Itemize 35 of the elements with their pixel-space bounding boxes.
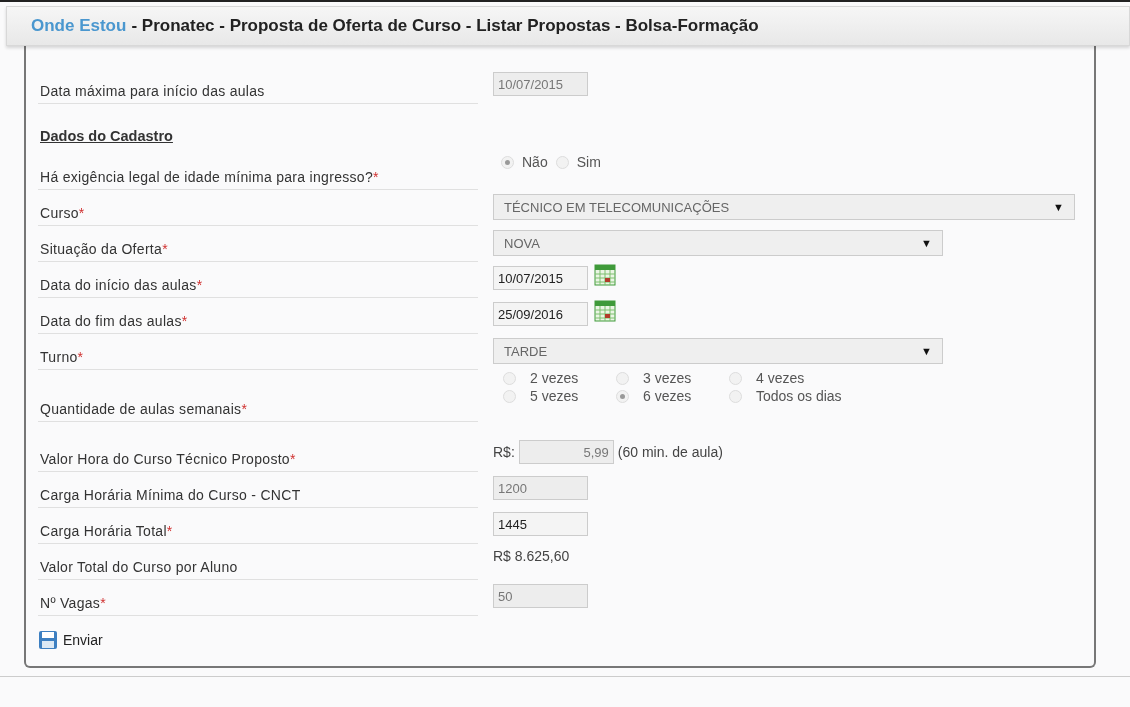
- field-value: R$ 8.625,60: [493, 548, 570, 564]
- text-field[interactable]: 1445: [493, 512, 588, 536]
- radio-option[interactable]: Sim: [555, 154, 601, 170]
- field-label: Turno*: [40, 349, 84, 365]
- dropdown[interactable]: NOVA ▼: [493, 230, 943, 256]
- calendar-icon[interactable]: [594, 300, 616, 322]
- field-label: Data do início das aulas*: [40, 277, 203, 293]
- field-label: Carga Horária Total*: [40, 523, 173, 539]
- radio-option[interactable]: Não: [501, 154, 548, 170]
- field-label: Quantidade de aulas semanais*: [40, 401, 248, 417]
- dropdown[interactable]: TÉCNICO EM TELECOMUNICAÇÕES ▼: [493, 194, 1075, 220]
- field-label: Valor Total do Curso por Aluno: [40, 559, 238, 575]
- radio-option[interactable]: 5 vezes: [503, 388, 598, 404]
- date-field[interactable]: 10/07/2015: [493, 266, 588, 290]
- radio-option[interactable]: 6 vezes: [616, 388, 711, 404]
- field-label: Data máxima para início das aulas: [40, 83, 265, 99]
- breadcrumb-path: - Pronatec - Proposta de Oferta de Curso - Listar Propostas - Bolsa-Formação: [131, 16, 759, 36]
- radio-option[interactable]: Todos os dias: [729, 388, 842, 404]
- submit-button[interactable]: Enviar: [38, 630, 1082, 650]
- field-label: Carga Horária Mínima do Curso - CNCT: [40, 487, 301, 503]
- radio-option[interactable]: 2 vezes: [503, 370, 598, 386]
- field-label: Situação da Oferta*: [40, 241, 168, 257]
- calendar-icon[interactable]: [594, 264, 616, 286]
- field-label: Curso*: [40, 205, 85, 221]
- radio-option[interactable]: 4 vezes: [729, 370, 842, 386]
- field-label: Valor Hora do Curso Técnico Proposto*: [40, 451, 296, 467]
- radio-option[interactable]: 3 vezes: [616, 370, 711, 386]
- dropdown[interactable]: TARDE ▼: [493, 338, 943, 364]
- field-label: Há exigência legal de idade mínima para ingresso?*: [40, 169, 379, 185]
- unit-note: (60 min. de aula): [617, 444, 723, 460]
- section-title: Dados do Cadastro: [40, 128, 174, 144]
- currency-prefix: R$:: [493, 444, 515, 460]
- date-field[interactable]: 25/09/2016: [493, 302, 588, 326]
- field-label: Data do fim das aulas*: [40, 313, 188, 329]
- field-label: Nº Vagas*: [40, 595, 106, 611]
